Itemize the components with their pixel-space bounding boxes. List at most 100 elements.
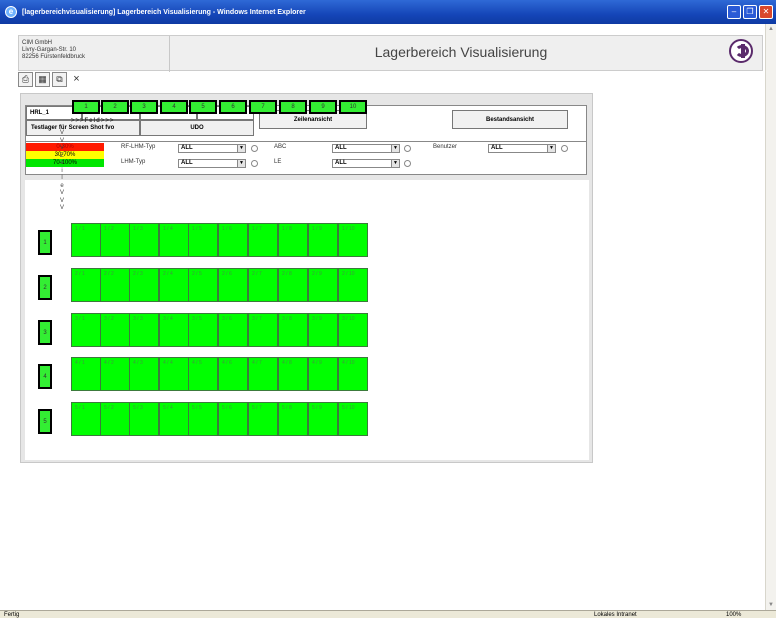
storage-slot[interactable]: 5 / 8 <box>278 402 308 436</box>
storage-slot[interactable]: 3 / 6 <box>218 313 248 347</box>
column-header[interactable]: 10 <box>339 100 367 114</box>
document-icon[interactable]: ▦ <box>35 72 50 87</box>
row-header[interactable]: 3 <box>38 320 52 345</box>
storage-slot[interactable]: 4 / 5 <box>188 357 218 391</box>
chevron-down-icon[interactable]: ▼ <box>237 160 245 167</box>
rf-lhm-typ-select[interactable]: ALL ▼ <box>178 144 246 153</box>
storage-slot[interactable]: 3 / 1 <box>71 313 101 347</box>
storage-slot[interactable]: 5 / 3 <box>129 402 159 436</box>
column-header[interactable]: 9 <box>309 100 337 114</box>
storage-slot[interactable]: 1 / 4 <box>159 223 189 257</box>
storage-slot[interactable]: 2 / 1 <box>71 268 101 302</box>
storage-slot[interactable]: 2 / 8 <box>278 268 308 302</box>
storage-slot[interactable]: 4 / 1 <box>71 357 101 391</box>
storage-slot[interactable]: 1 / 1 <box>71 223 101 257</box>
storage-slot[interactable]: 4 / 4 <box>159 357 189 391</box>
row-header[interactable]: 5 <box>38 409 52 434</box>
app-header: CIM GmbH Livry-Gargan-Str. 10 82256 Fürs… <box>18 35 763 72</box>
storage-slot[interactable]: 3 / 4 <box>159 313 189 347</box>
storage-slot[interactable]: 4 / 3 <box>129 357 159 391</box>
storage-slot[interactable]: 5 / 2 <box>100 402 130 436</box>
storage-slot[interactable]: 1 / 10 <box>338 223 368 257</box>
chevron-down-icon[interactable]: ▼ <box>391 145 399 152</box>
bestandsansicht-button[interactable]: Bestandsansicht <box>452 110 568 129</box>
storage-slot[interactable]: 2 / 9 <box>308 268 338 302</box>
le-radio[interactable] <box>404 160 411 167</box>
column-header[interactable]: 5 <box>189 100 217 114</box>
storage-slot[interactable]: 2 / 4 <box>159 268 189 302</box>
column-header[interactable]: 8 <box>279 100 307 114</box>
zeile-letter: V <box>59 205 64 211</box>
benutzer-label: Benutzer <box>433 144 458 150</box>
minimize-button[interactable]: – <box>727 5 741 19</box>
storage-slot[interactable]: 1 / 7 <box>248 223 278 257</box>
storage-slot[interactable]: 2 / 6 <box>218 268 248 302</box>
storage-slot[interactable]: 4 / 9 <box>308 357 338 391</box>
storage-slot[interactable]: 5 / 1 <box>71 402 101 436</box>
storage-slot[interactable]: 3 / 2 <box>100 313 130 347</box>
maximize-button[interactable]: ❐ <box>743 5 757 19</box>
zoom-level[interactable]: 100% <box>726 612 741 618</box>
storage-slot[interactable]: 5 / 7 <box>248 402 278 436</box>
benutzer-select[interactable]: ALL ▼ <box>488 144 556 153</box>
print-icon[interactable]: ⎙ <box>18 72 33 87</box>
chevron-down-icon[interactable]: ▼ <box>391 160 399 167</box>
lhm-typ-radio[interactable] <box>251 160 258 167</box>
zeile-letter: Z <box>60 152 64 159</box>
vertical-scrollbar[interactable]: ▲ ▼ <box>765 24 776 610</box>
storage-slot[interactable]: 3 / 7 <box>248 313 278 347</box>
storage-slot[interactable]: 3 / 8 <box>278 313 308 347</box>
scroll-up-icon[interactable]: ▲ <box>766 24 776 34</box>
row-header[interactable]: 2 <box>38 275 52 300</box>
storage-slot[interactable]: 4 / 10 <box>338 357 368 391</box>
storage-slot[interactable]: 2 / 2 <box>100 268 130 302</box>
lhm-typ-select[interactable]: ALL ▼ <box>178 159 246 168</box>
storage-slot[interactable]: 5 / 4 <box>159 402 189 436</box>
storage-slot[interactable]: 5 / 6 <box>218 402 248 436</box>
storage-slot[interactable]: 2 / 3 <box>129 268 159 302</box>
storage-slot[interactable]: 3 / 5 <box>188 313 218 347</box>
storage-slot[interactable]: 1 / 3 <box>129 223 159 257</box>
copy-icon[interactable]: ⧉ <box>52 72 67 87</box>
storage-slot[interactable]: 1 / 6 <box>218 223 248 257</box>
storage-slot[interactable]: 3 / 10 <box>338 313 368 347</box>
storage-slot[interactable]: 2 / 5 <box>188 268 218 302</box>
storage-slot[interactable]: 1 / 5 <box>188 223 218 257</box>
column-header[interactable]: 3 <box>130 100 158 114</box>
abc-radio[interactable] <box>404 145 411 152</box>
storage-slot[interactable]: 4 / 2 <box>100 357 130 391</box>
storage-slot[interactable]: 2 / 7 <box>248 268 278 302</box>
storage-slot[interactable]: 2 / 10 <box>338 268 368 302</box>
company-address: CIM GmbH Livry-Gargan-Str. 10 82256 Fürs… <box>22 40 85 61</box>
window-close-button[interactable]: ✕ <box>759 5 773 19</box>
column-header[interactable]: 4 <box>160 100 188 114</box>
zeile-letter: V <box>59 130 64 136</box>
storage-slot[interactable]: 5 / 10 <box>338 402 368 436</box>
storage-slot[interactable]: 4 / 6 <box>218 357 248 391</box>
le-select[interactable]: ALL ▼ <box>332 159 400 168</box>
storage-slot[interactable]: 4 / 8 <box>278 357 308 391</box>
storage-slot[interactable]: 5 / 9 <box>308 402 338 436</box>
abc-select[interactable]: ALL ▼ <box>332 144 400 153</box>
zeile-letter: V <box>59 145 64 151</box>
chevron-down-icon[interactable]: ▼ <box>237 145 245 152</box>
benutzer-radio[interactable] <box>561 145 568 152</box>
storage-slot[interactable]: 3 / 3 <box>129 313 159 347</box>
storage-slot[interactable]: 1 / 2 <box>100 223 130 257</box>
udo-button[interactable]: UDO <box>140 120 254 136</box>
column-header[interactable]: 6 <box>219 100 247 114</box>
row-header[interactable]: 1 <box>38 230 52 255</box>
storage-slot[interactable]: 5 / 5 <box>188 402 218 436</box>
storage-slot[interactable]: 1 / 8 <box>278 223 308 257</box>
chevron-down-icon[interactable]: ▼ <box>547 145 555 152</box>
storage-slot[interactable]: 3 / 9 <box>308 313 338 347</box>
rf-lhm-typ-radio[interactable] <box>251 145 258 152</box>
row-header[interactable]: 4 <box>38 364 52 389</box>
column-header[interactable]: 1 <box>72 100 100 114</box>
column-header[interactable]: 7 <box>249 100 277 114</box>
column-header[interactable]: 2 <box>101 100 129 114</box>
close-icon[interactable]: × <box>69 72 84 87</box>
scroll-down-icon[interactable]: ▼ <box>766 600 776 610</box>
storage-slot[interactable]: 1 / 9 <box>308 223 338 257</box>
storage-slot[interactable]: 4 / 7 <box>248 357 278 391</box>
